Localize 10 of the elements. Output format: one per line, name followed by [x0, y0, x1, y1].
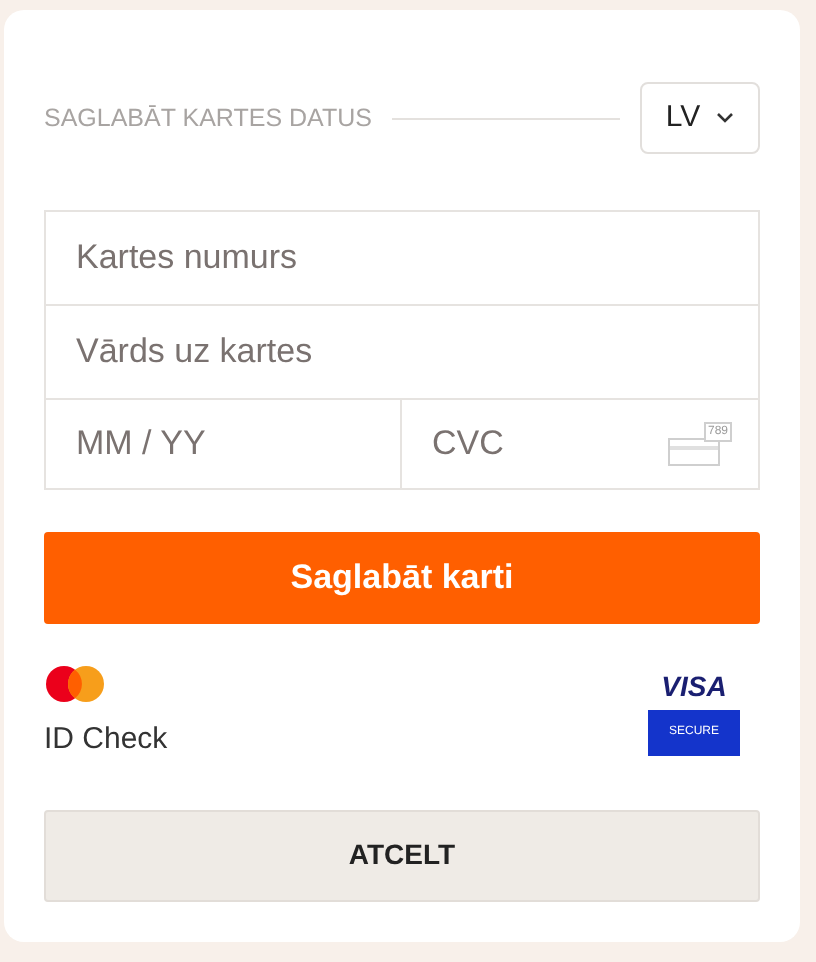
cancel-button[interactable]: ATCELT: [44, 809, 760, 901]
text-field[interactable]: Kartes numurs: [44, 210, 760, 304]
chevron-down-icon: [716, 112, 735, 124]
mastercard-logo-icon: [44, 664, 108, 704]
form-title: SAGLABĀT KARTES DATUS: [44, 101, 372, 136]
text-field[interactable]: Vārds uz kartes: [44, 304, 760, 398]
language-select[interactable]: LV: [640, 82, 760, 154]
id-check-label: ID Check: [44, 720, 168, 760]
expiry-field[interactable]: MM / YY: [44, 398, 402, 490]
visa-label: VISA: [661, 668, 727, 704]
